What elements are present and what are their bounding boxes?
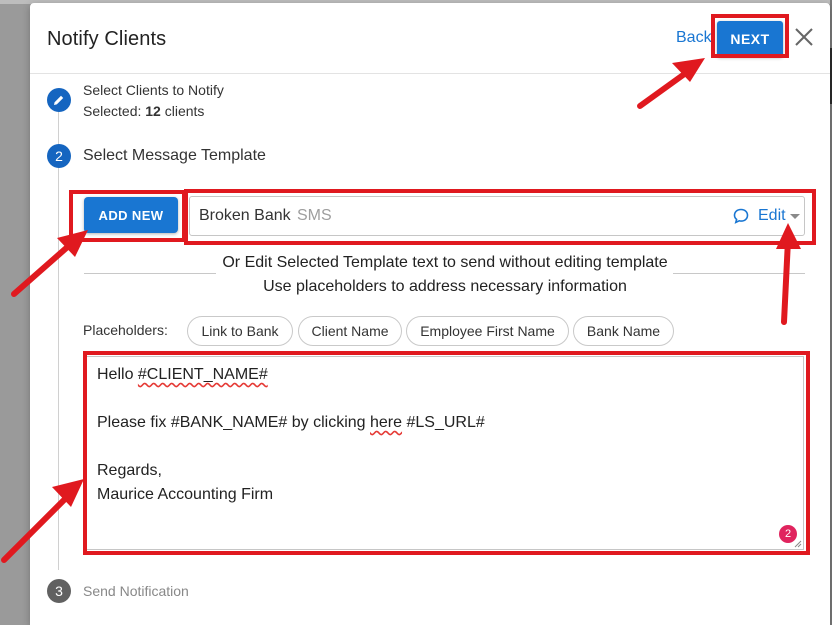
message-line: Hello #CLIENT_NAME#: [97, 366, 268, 384]
template-type: SMS: [297, 207, 332, 224]
message-line: Maurice Accounting Firm: [97, 486, 274, 503]
placeholder-chip-employee-first-name[interactable]: Employee First Name: [406, 316, 569, 346]
placeholder-hint: Use placeholders to address necessary in…: [263, 278, 627, 295]
pencil-icon: [54, 95, 64, 105]
chevron-down-icon[interactable]: [789, 213, 800, 219]
edit-hint: Or Edit Selected Template text to send w…: [222, 254, 668, 271]
message-text: Hello: [97, 366, 138, 383]
here-word: here: [370, 414, 403, 431]
add-new-button[interactable]: ADD NEW: [84, 197, 178, 233]
comment-icon: [733, 208, 749, 224]
step1-edit-icon[interactable]: [47, 88, 71, 112]
message-line: Please fix #BANK_NAME# by clicking here …: [97, 414, 485, 432]
header-divider: [30, 73, 830, 74]
resize-grip-icon[interactable]: [794, 540, 802, 548]
step3-title: Send Notification: [83, 583, 189, 599]
next-button[interactable]: NEXT: [717, 21, 783, 57]
selected-prefix: Selected:: [83, 103, 142, 119]
client-name-token: #CLIENT_NAME#: [137, 366, 268, 383]
stepper-line: [58, 110, 59, 570]
message-line: Regards,: [97, 462, 162, 479]
message-text: Please fix #BANK_NAME# by clicking: [97, 414, 370, 431]
dialog-title: Notify Clients: [47, 28, 167, 50]
back-link[interactable]: Back: [676, 29, 712, 47]
step1-title: Select Clients to Notify: [83, 82, 224, 98]
step1-selected-summary: Selected: 12 clients: [83, 103, 204, 119]
message-textarea[interactable]: Hello #CLIENT_NAME# Please fix #BANK_NAM…: [86, 356, 804, 550]
placeholder-chip-bank-name[interactable]: Bank Name: [573, 316, 674, 346]
divider-right: [673, 273, 805, 274]
template-select[interactable]: Broken Bank SMS Edit: [189, 196, 805, 236]
step2-number: 2: [47, 144, 71, 168]
placeholder-chip-client-name[interactable]: Client Name: [298, 316, 402, 346]
divider-left: [84, 273, 216, 274]
template-name: Broken Bank: [199, 207, 291, 224]
placeholders-label: Placeholders:: [83, 322, 168, 338]
message-text: #LS_URL#: [402, 414, 485, 431]
close-icon[interactable]: [794, 27, 814, 47]
selected-suffix: clients: [164, 103, 205, 119]
selected-count: 12: [145, 103, 161, 119]
edit-template-button[interactable]: Edit: [732, 206, 800, 226]
edit-label: Edit: [758, 207, 786, 224]
step2-title: Select Message Template: [83, 147, 266, 164]
placeholder-chip-link-to-bank[interactable]: Link to Bank: [187, 316, 293, 346]
step3-number: 3: [47, 579, 71, 603]
